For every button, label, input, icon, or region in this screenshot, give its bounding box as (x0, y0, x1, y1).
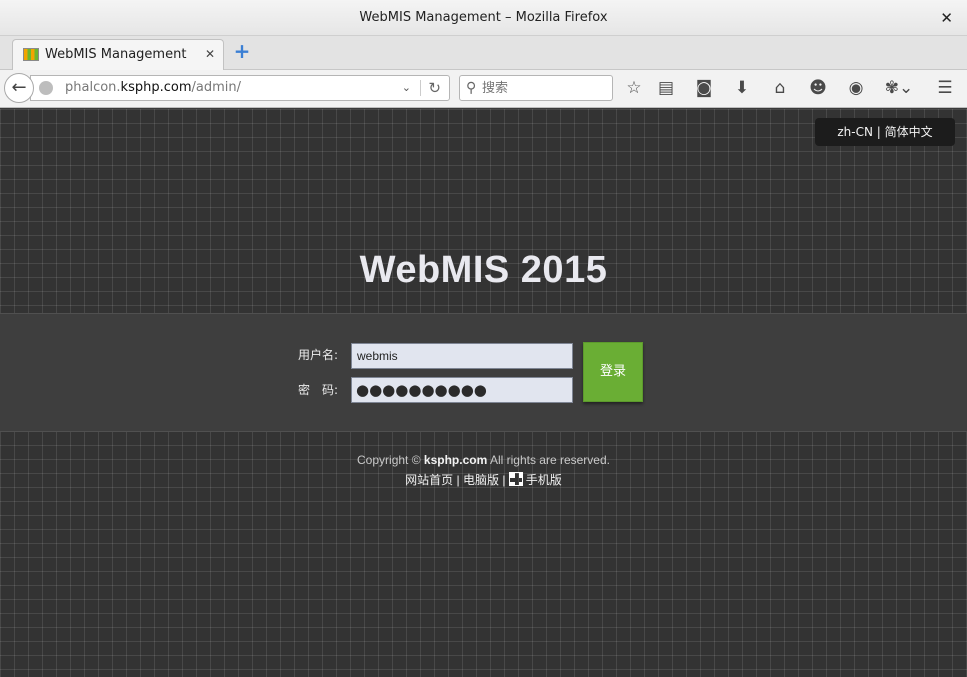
url-prefix: phalcon. (65, 80, 121, 95)
page-content: zh-CN | 简体中文 WebMIS 2015 用户名: 密 码: ●●●●●… (0, 109, 967, 677)
window-close-icon[interactable]: ✕ (940, 0, 953, 36)
site-favicon-icon (23, 48, 39, 61)
mobile-link[interactable]: 手机版 (526, 473, 562, 487)
copyright-prefix: Copyright © (357, 453, 421, 467)
footer-separator: | (453, 473, 463, 487)
password-field[interactable]: ●●●●●●●●●● (351, 377, 573, 403)
footer-links: 网站首页 | 电脑版 | 手机版 (0, 470, 967, 490)
lang-code-link[interactable]: zh-CN (837, 125, 873, 139)
window-titlebar: WebMIS Management – Mozilla Firefox ✕ (0, 0, 967, 36)
extension-icon[interactable]: ✾⌄ (882, 77, 916, 99)
home-icon[interactable]: ⌂ (769, 77, 791, 99)
lang-name-link[interactable]: 简体中文 (885, 125, 933, 139)
login-form: 用户名: 密 码: ●●●●●●●●●● 登录 (0, 313, 967, 432)
new-tab-plus-icon[interactable]: + (233, 41, 251, 61)
url-bar[interactable]: phalcon.ksphp.com/admin/ ⌄ ↻ (30, 75, 450, 101)
tab-title: WebMIS Management (45, 47, 187, 62)
copyright-line: Copyright © ksphp.com All rights are res… (0, 450, 967, 470)
copyright-suffix: All rights are reserved. (489, 453, 610, 467)
copyright-brand: ksphp.com (423, 453, 488, 467)
login-button[interactable]: 登录 (583, 342, 643, 402)
username-label: 用户名: (298, 348, 339, 362)
desktop-link[interactable]: 电脑版 (463, 473, 499, 487)
username-field[interactable] (351, 343, 573, 369)
window-title: WebMIS Management – Mozilla Firefox (359, 10, 608, 25)
search-bar[interactable]: ⚲ (459, 75, 613, 101)
home-link[interactable]: 网站首页 (405, 473, 453, 487)
qr-code-icon[interactable] (508, 472, 523, 486)
footer-separator: | (499, 473, 509, 487)
language-switcher: zh-CN | 简体中文 (815, 118, 955, 146)
chat-icon[interactable]: ☻ (807, 77, 829, 99)
bookmark-star-icon[interactable]: ☆ (623, 77, 645, 99)
password-label: 密 码: (298, 383, 339, 397)
url-host: ksphp.com (120, 80, 192, 95)
tab-webmis[interactable]: WebMIS Management ✕ (12, 39, 224, 70)
url-history-chevron-icon[interactable]: ⌄ (402, 76, 411, 100)
url-text[interactable]: phalcon.ksphp.com/admin/ (65, 76, 241, 100)
footer: Copyright © ksphp.com All rights are res… (0, 450, 967, 490)
globe-addon-icon[interactable]: ◉ (845, 77, 867, 99)
search-input[interactable] (482, 78, 608, 98)
site-identity-globe-icon[interactable] (39, 81, 53, 95)
lang-separator: | (872, 125, 885, 139)
back-button[interactable]: ← (4, 73, 34, 103)
tab-close-icon[interactable]: ✕ (205, 40, 215, 69)
back-arrow-icon: ← (11, 77, 27, 98)
menu-icon[interactable]: ☰ (934, 77, 956, 99)
reading-list-icon[interactable]: ▤ (655, 77, 677, 99)
download-icon[interactable]: ⬇ (731, 77, 753, 99)
app-title: WebMIS 2015 (359, 249, 608, 291)
url-path: /admin/ (191, 80, 242, 95)
pocket-icon[interactable]: ◙ (693, 77, 715, 99)
tab-strip: WebMIS Management ✕ (0, 36, 967, 70)
url-bar-divider (420, 80, 421, 96)
search-icon: ⚲ (466, 80, 477, 96)
reload-icon[interactable]: ↻ (428, 76, 441, 100)
